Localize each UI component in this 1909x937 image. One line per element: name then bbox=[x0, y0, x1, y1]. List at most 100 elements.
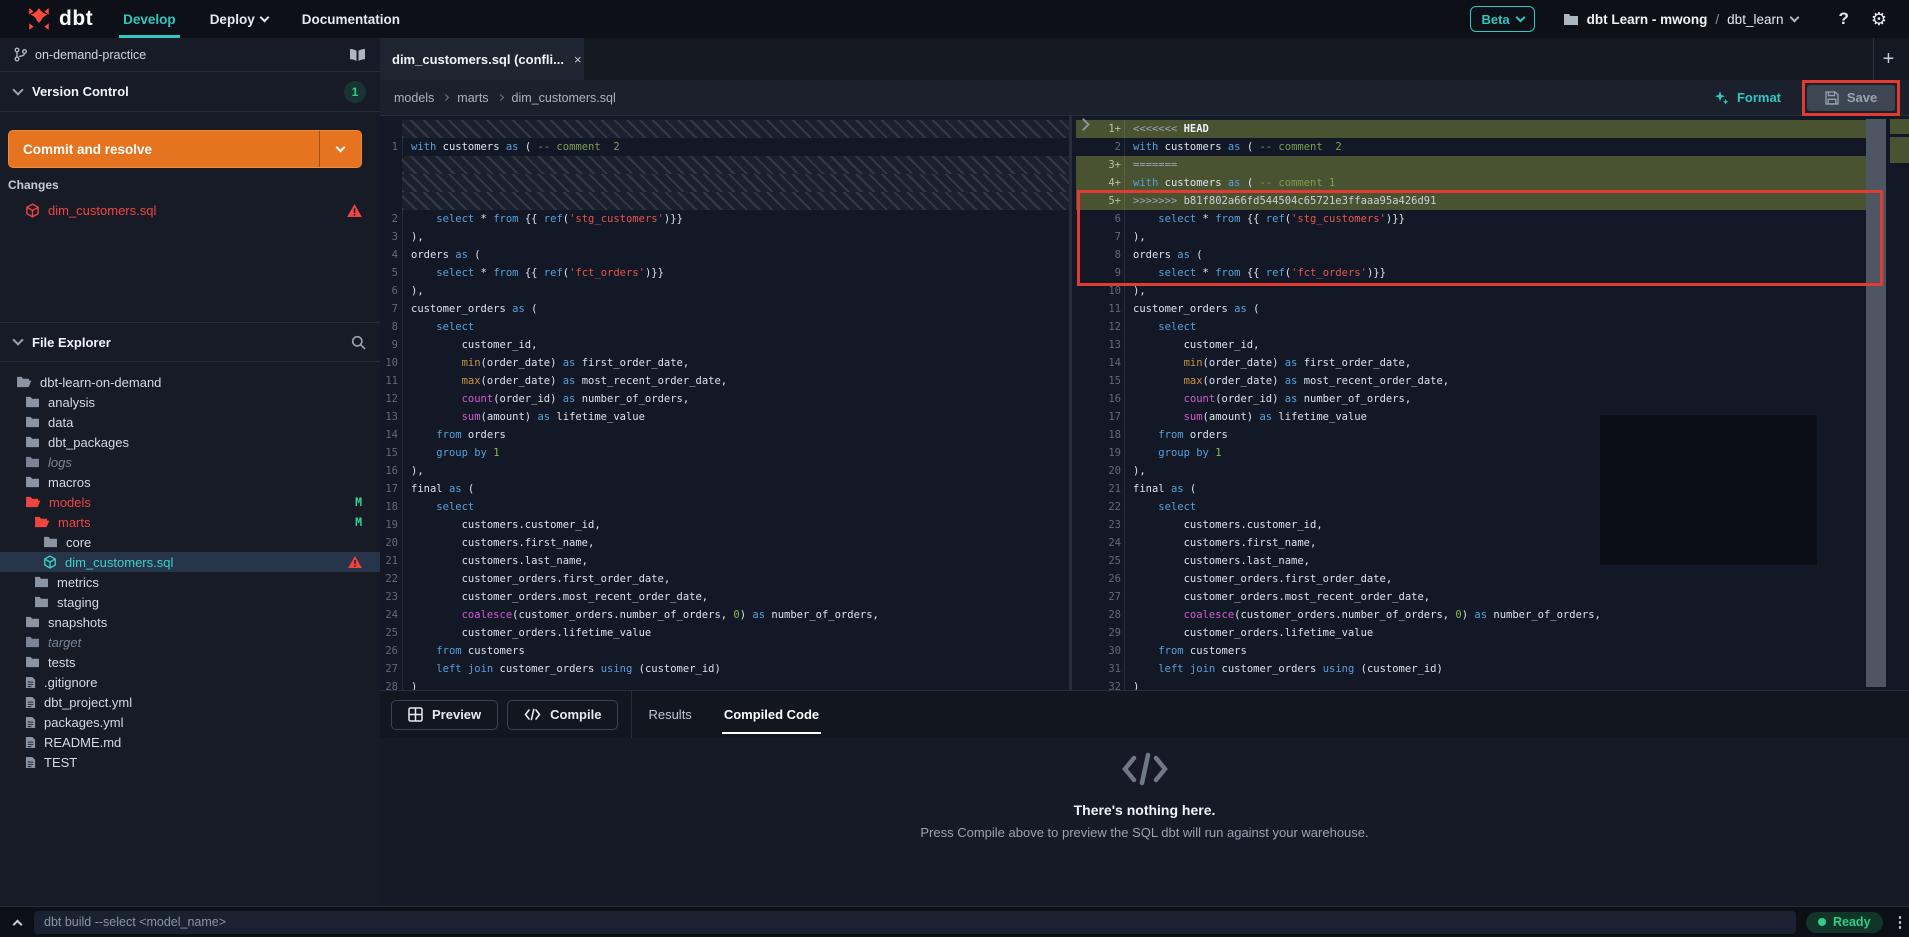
chevron-up-icon[interactable] bbox=[0, 917, 34, 928]
tree-item-logs[interactable]: logs bbox=[0, 452, 380, 472]
code-line-1[interactable]: 1+<<<<<<< HEAD bbox=[1076, 120, 1866, 138]
format-button[interactable]: Format bbox=[1714, 90, 1781, 105]
commit-and-resolve-button[interactable]: Commit and resolve bbox=[8, 130, 362, 168]
save-button[interactable]: Save bbox=[1807, 85, 1895, 111]
breadcrumb-file[interactable]: dim_customers.sql bbox=[512, 91, 616, 105]
tree-item-core[interactable]: core bbox=[0, 532, 380, 552]
code-line-11[interactable]: 11customer_orders as ( bbox=[1076, 300, 1866, 318]
docs-book-icon[interactable] bbox=[349, 48, 366, 62]
code-line-9[interactable]: 9 customer_id, bbox=[380, 336, 1069, 354]
folder-icon bbox=[25, 616, 40, 628]
tree-item-staging[interactable]: staging bbox=[0, 592, 380, 612]
file-explorer-header[interactable]: File Explorer bbox=[0, 322, 380, 362]
gear-icon[interactable]: ⚙ bbox=[1871, 9, 1887, 30]
tree-item-analysis[interactable]: analysis bbox=[0, 392, 380, 412]
code-line-3[interactable]: 3), bbox=[380, 228, 1069, 246]
tree-item-data[interactable]: data bbox=[0, 412, 380, 432]
tree-item-dbt-packages[interactable]: dbt_packages bbox=[0, 432, 380, 452]
code-line-17[interactable]: 17final as ( bbox=[380, 480, 1069, 498]
changed-file-row[interactable]: dim_customers.sql bbox=[0, 198, 380, 222]
nav-documentation[interactable]: Documentation bbox=[302, 0, 400, 38]
code-line-2[interactable]: 2 select * from {{ ref('stg_customers')}… bbox=[380, 210, 1069, 228]
chevron-down-icon bbox=[259, 13, 269, 23]
code-line-23[interactable]: 23 customer_orders.most_recent_order_dat… bbox=[380, 588, 1069, 606]
beta-dropdown[interactable]: Beta bbox=[1470, 6, 1534, 32]
breadcrumb-models[interactable]: models bbox=[394, 91, 434, 105]
code-line-4[interactable]: 4orders as ( bbox=[380, 246, 1069, 264]
code-line-20[interactable]: 20 customers.first_name, bbox=[380, 534, 1069, 552]
code-line-25[interactable]: 25 customer_orders.lifetime_value bbox=[380, 624, 1069, 642]
code-line-30[interactable]: 30 from customers bbox=[1076, 642, 1866, 660]
new-tab-button[interactable]: + bbox=[1873, 38, 1903, 80]
code-line-13[interactable]: 13 customer_id, bbox=[1076, 336, 1866, 354]
code-line-26[interactable]: 26 from customers bbox=[380, 642, 1069, 660]
tree-item-target[interactable]: target bbox=[0, 632, 380, 652]
code-line-16[interactable]: 16 count(order_id) as number_of_orders, bbox=[1076, 390, 1866, 408]
code-line-29[interactable]: 29 customer_orders.lifetime_value bbox=[1076, 624, 1866, 642]
command-input[interactable] bbox=[34, 911, 1796, 934]
code-line-24[interactable]: 24 coalesce(customer_orders.number_of_or… bbox=[380, 606, 1069, 624]
code-line-7[interactable]: 7customer_orders as ( bbox=[380, 300, 1069, 318]
code-line-31[interactable]: 31 left join customer_orders using (cust… bbox=[1076, 660, 1866, 678]
code-line-2[interactable]: 2with customers as ( -- comment 2 bbox=[1076, 138, 1866, 156]
compile-button[interactable]: Compile bbox=[507, 700, 618, 730]
code-line-26[interactable]: 26 customer_orders.first_order_date, bbox=[1076, 570, 1866, 588]
tree-item-metrics[interactable]: metrics bbox=[0, 572, 380, 592]
tree-item-readme-md[interactable]: README.md bbox=[0, 732, 380, 752]
nav-deploy[interactable]: Deploy bbox=[210, 0, 268, 38]
breadcrumb-marts[interactable]: marts bbox=[457, 91, 488, 105]
code-line-16[interactable]: 16), bbox=[380, 462, 1069, 480]
close-icon[interactable]: × bbox=[574, 52, 582, 67]
code-line-14[interactable]: 14 min(order_date) as first_order_date, bbox=[1076, 354, 1866, 372]
help-icon[interactable]: ? bbox=[1838, 9, 1848, 29]
tab-compiled-code[interactable]: Compiled Code bbox=[708, 691, 835, 738]
code-line-27[interactable]: 27 customer_orders.most_recent_order_dat… bbox=[1076, 588, 1866, 606]
dbt-logo[interactable]: dbt bbox=[26, 6, 93, 32]
code-line-10[interactable]: 10 min(order_date) as first_order_date, bbox=[380, 354, 1069, 372]
tree-item-macros[interactable]: macros bbox=[0, 472, 380, 492]
diff-pane-current[interactable]: 1with customers as ( -- comment 2 2 selec… bbox=[380, 116, 1072, 690]
code-line-32[interactable]: 32) bbox=[1076, 678, 1866, 690]
tab-dim-customers[interactable]: dim_customers.sql (confli... × bbox=[380, 38, 584, 80]
code-line-11[interactable]: 11 max(order_date) as most_recent_order_… bbox=[380, 372, 1069, 390]
tree-item-tests[interactable]: tests bbox=[0, 652, 380, 672]
preview-button[interactable]: Preview bbox=[391, 700, 498, 730]
folder-open-icon bbox=[25, 496, 41, 508]
code-line-12[interactable]: 12 select bbox=[1076, 318, 1866, 336]
tab-results[interactable]: Results bbox=[632, 691, 707, 738]
code-line-15[interactable]: 15 group by 1 bbox=[380, 444, 1069, 462]
version-control-header[interactable]: Version Control 1 bbox=[0, 72, 380, 112]
code-line-5[interactable]: 5 select * from {{ ref('fct_orders')}} bbox=[380, 264, 1069, 282]
tree-item-label: TEST bbox=[44, 755, 77, 770]
search-icon[interactable] bbox=[351, 335, 366, 350]
code-line-6[interactable]: 6), bbox=[380, 282, 1069, 300]
commit-options-caret[interactable] bbox=[319, 131, 361, 167]
code-line-28[interactable]: 28) bbox=[380, 678, 1069, 690]
project-breadcrumb[interactable]: dbt Learn - mwong / dbt_learn bbox=[1563, 12, 1799, 27]
tree-item-snapshots[interactable]: snapshots bbox=[0, 612, 380, 632]
code-line-18[interactable]: 18 select bbox=[380, 498, 1069, 516]
line-number: 13 bbox=[380, 408, 402, 426]
tree-item-dim-customers-sql[interactable]: dim_customers.sql bbox=[0, 552, 380, 572]
code-line-1[interactable]: 1with customers as ( -- comment 2 bbox=[380, 138, 1069, 156]
tree-item-dbt-project-yml[interactable]: dbt_project.yml bbox=[0, 692, 380, 712]
tree-item-packages-yml[interactable]: packages.yml bbox=[0, 712, 380, 732]
tree-item-test[interactable]: TEST bbox=[0, 752, 380, 772]
code-line-13[interactable]: 13 sum(amount) as lifetime_value bbox=[380, 408, 1069, 426]
tree-item-dbt-learn-on-demand[interactable]: dbt-learn-on-demand bbox=[0, 372, 380, 392]
kebab-menu-icon[interactable]: ⋮ bbox=[1893, 913, 1908, 931]
code-line-3[interactable]: 3+======= bbox=[1076, 156, 1866, 174]
code-line-15[interactable]: 15 max(order_date) as most_recent_order_… bbox=[1076, 372, 1866, 390]
tree-item--gitignore[interactable]: .gitignore bbox=[0, 672, 380, 692]
code-line-8[interactable]: 8 select bbox=[380, 318, 1069, 336]
code-line-14[interactable]: 14 from orders bbox=[380, 426, 1069, 444]
tree-item-marts[interactable]: martsM bbox=[0, 512, 380, 532]
code-line-28[interactable]: 28 coalesce(customer_orders.number_of_or… bbox=[1076, 606, 1866, 624]
code-line-12[interactable]: 12 count(order_id) as number_of_orders, bbox=[380, 390, 1069, 408]
code-line-27[interactable]: 27 left join customer_orders using (cust… bbox=[380, 660, 1069, 678]
tree-item-models[interactable]: modelsM bbox=[0, 492, 380, 512]
code-line-21[interactable]: 21 customers.last_name, bbox=[380, 552, 1069, 570]
code-line-19[interactable]: 19 customers.customer_id, bbox=[380, 516, 1069, 534]
nav-develop[interactable]: Develop bbox=[123, 0, 176, 38]
code-line-22[interactable]: 22 customer_orders.first_order_date, bbox=[380, 570, 1069, 588]
